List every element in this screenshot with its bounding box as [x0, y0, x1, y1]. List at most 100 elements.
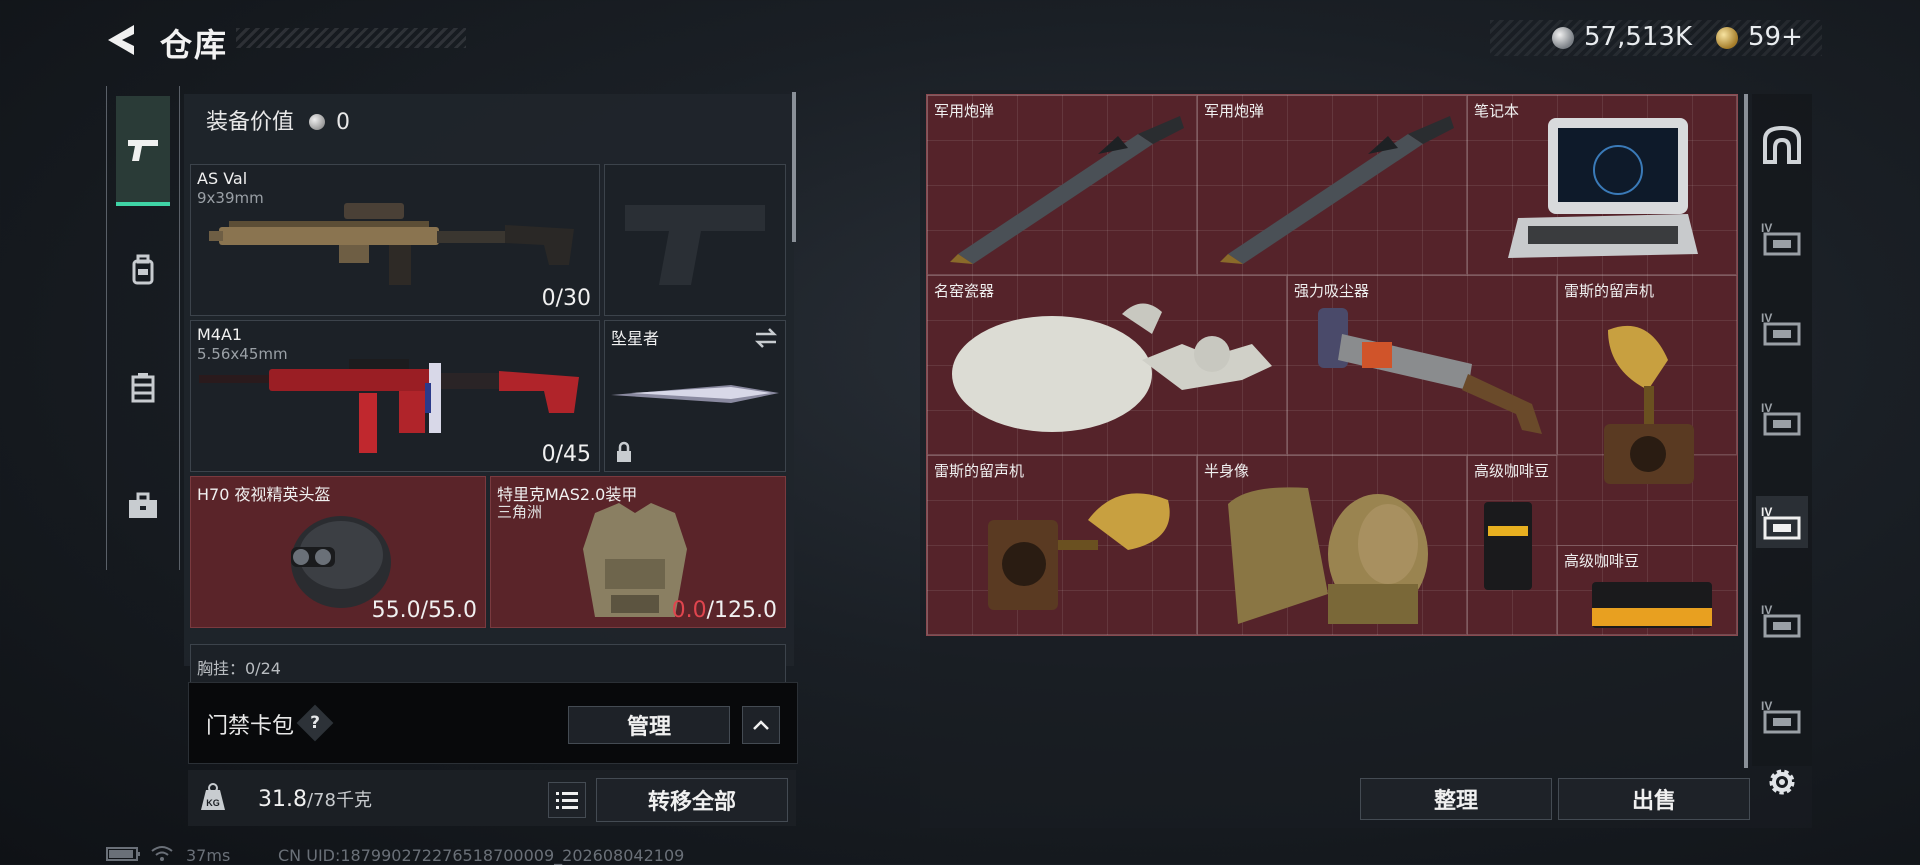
ping-text: 37ms [186, 846, 231, 865]
item-name: 雷斯的留声机 [1564, 282, 1655, 300]
weight-kg-icon: KG [201, 783, 225, 810]
primary-weapon-slot[interactable]: AS Val 9x39mm 0/30 [190, 164, 600, 316]
storage-item[interactable]: 雷斯的留声机 [1557, 275, 1737, 484]
helmet-slot[interactable]: H70 夜视精英头盔 55.0/55.0 [190, 476, 486, 628]
help-icon[interactable]: ? [296, 704, 334, 742]
pistol-icon [128, 140, 158, 161]
ammo-count: 0/45 [541, 442, 591, 467]
melee-slot[interactable]: 坠星者 [604, 320, 786, 472]
list-view-button[interactable] [548, 782, 586, 818]
durability-current: 0.0 [671, 598, 707, 623]
equipment-value: 装备价值 0 [206, 104, 350, 136]
chest-rig-slot[interactable]: 胸挂：0/24 [190, 644, 786, 684]
bust-statue-image [1228, 487, 1428, 624]
battery-icon [106, 847, 140, 861]
as-val-rifle-image [209, 203, 574, 285]
storage-item[interactable]: 军用炮弹 [1197, 95, 1467, 275]
ammo-count: 0/30 [541, 286, 591, 311]
case-iv-icon: IV [1761, 311, 1801, 346]
silver-coin-icon [1552, 27, 1574, 49]
lock-icon [617, 441, 631, 462]
armor-tag: 三角洲 [497, 503, 543, 521]
pistol-silhouette-icon [625, 205, 765, 285]
manage-button[interactable]: 管理 [568, 706, 730, 744]
storage-tab-case[interactable]: IV [1756, 594, 1808, 646]
card-bag-label: 门禁卡包 [206, 714, 295, 739]
settings-button[interactable] [1764, 764, 1800, 804]
melee-name: 坠星者 [611, 329, 660, 348]
case-iv-icon: IV [1761, 401, 1801, 436]
tab-case[interactable] [116, 452, 170, 560]
equipment-scrollbar[interactable] [792, 92, 796, 242]
tab-weapons[interactable] [116, 96, 170, 206]
help-icon-glyph: ? [310, 713, 320, 733]
storage-tab-case[interactable]: IV [1756, 690, 1808, 742]
storage-item[interactable]: 强力吸尘器 [1287, 275, 1557, 455]
tab-vest[interactable] [116, 334, 170, 442]
title-decoration [236, 28, 466, 48]
page-title: 仓库 [160, 26, 229, 64]
storage-item[interactable]: 高级咖啡豆 [1467, 455, 1557, 635]
gold-coin-icon [1716, 27, 1738, 49]
durability: 55.0/55.0 [371, 598, 477, 623]
list-icon [556, 792, 578, 809]
back-button[interactable] [104, 22, 144, 58]
vacuum-cleaner-image [1318, 308, 1542, 434]
shell-image [1220, 116, 1454, 264]
item-name: 高级咖啡豆 [1564, 552, 1640, 570]
laptop-image [1508, 118, 1698, 258]
storage-tab-case[interactable]: IV [1756, 302, 1808, 354]
weapon-name: M4A1 [197, 325, 243, 344]
uid-text: CN UID:187990272276518700009_20260804210… [278, 846, 685, 865]
storage-item[interactable]: 半身像 [1197, 455, 1467, 635]
silver-amount: 57,513K [1584, 22, 1693, 52]
storage-item[interactable]: 笔记本 [1467, 95, 1737, 275]
sort-button[interactable]: 整理 [1360, 778, 1552, 820]
gold-amount: 59+ [1748, 22, 1803, 52]
gramophone-image [988, 493, 1170, 610]
knife-image [611, 385, 779, 403]
storage-item[interactable]: 高级咖啡豆 [1557, 545, 1737, 635]
gear-icon [1769, 769, 1795, 795]
collapse-button[interactable] [742, 706, 780, 744]
backpack-icon [132, 254, 154, 285]
storage-item[interactable]: 雷斯的留声机 [927, 455, 1197, 635]
storage-item[interactable]: 军用炮弹 [927, 95, 1197, 275]
durability: 0.0/125.0 [672, 598, 777, 623]
storage-tab-main[interactable] [1756, 118, 1808, 170]
vest-icon [131, 373, 155, 403]
wifi-icon [151, 846, 173, 861]
transfer-all-button[interactable]: 转移全部 [596, 778, 788, 822]
back-arrow-icon [108, 25, 134, 55]
silver-coin-icon [309, 114, 326, 130]
sell-button[interactable]: 出售 [1558, 778, 1750, 820]
arch-icon [1763, 125, 1801, 164]
equipment-value-amount: 0 [336, 110, 351, 135]
swap-icon[interactable] [753, 327, 779, 349]
weight-readout: 31.8/78千克 [258, 786, 372, 812]
shell-image [950, 116, 1184, 264]
helmet-name: H70 夜视精英头盔 [197, 485, 331, 504]
equipment-value-label: 装备价值 [206, 110, 295, 135]
storage-tab-case[interactable]: IV [1756, 392, 1808, 444]
coffee-bag-image [1484, 502, 1532, 590]
storage-item[interactable]: 名窑瓷器 [927, 275, 1287, 455]
case-iv-icon: IV [1761, 603, 1801, 638]
storage-tab-case-active[interactable]: IV [1756, 496, 1808, 548]
durability-max: /125.0 [706, 598, 777, 623]
armor-slot[interactable]: 特里克MAS2.0装甲 三角洲 0.0/125.0 [490, 476, 786, 628]
chest-rig-label: 胸挂：0/24 [197, 659, 281, 678]
case-iv-icon: IV [1761, 699, 1801, 734]
coffee-bag-image [1592, 582, 1712, 628]
storage-scrollbar[interactable] [1744, 94, 1748, 768]
storage-tab-case[interactable]: IV [1756, 212, 1808, 264]
secondary-weapon-slot[interactable]: M4A1 5.56x45mm 0/45 [190, 320, 600, 472]
item-name: 高级咖啡豆 [1474, 462, 1550, 480]
gramophone-image [1604, 325, 1694, 484]
case-iv-icon: IV [1761, 221, 1801, 256]
weight-max: /78千克 [306, 790, 372, 811]
tab-backpack[interactable] [116, 216, 170, 324]
svg-text:KG: KG [206, 798, 220, 808]
pistol-slot[interactable] [604, 164, 786, 316]
m4a1-rifle-image [199, 359, 579, 453]
